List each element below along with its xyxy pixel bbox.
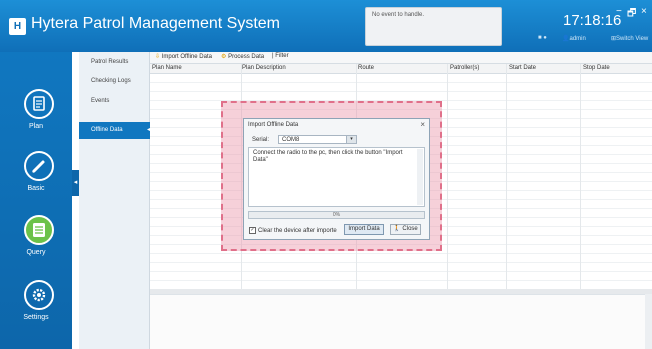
- process-data-button[interactable]: ⚙ Process Data: [221, 53, 264, 60]
- app-title: Hytera Patrol Management System: [31, 15, 280, 32]
- app-logo-icon: H: [9, 18, 26, 35]
- import-data-button[interactable]: Import Data: [344, 224, 384, 235]
- sidebar-label-basic: Basic: [27, 185, 45, 192]
- status-indicator-icon: ■ ●: [538, 35, 547, 41]
- dialog-title: Import Offline Data: [248, 122, 299, 128]
- filter-button[interactable]: | Filter: [272, 53, 289, 59]
- subnav-item-patrol-results[interactable]: Patrol Results: [91, 59, 128, 65]
- report-icon: [24, 215, 54, 245]
- main-sidebar: Plan Basic Query Settings: [0, 52, 72, 349]
- import-icon: ⇩: [155, 54, 161, 60]
- minimize-button[interactable]: −: [616, 6, 622, 17]
- close-button-icon: 🚶: [393, 226, 401, 232]
- column-divider: [506, 64, 507, 289]
- column-divider: [447, 64, 448, 289]
- sidebar-label-settings: Settings: [23, 314, 49, 321]
- column-divider: [580, 64, 581, 289]
- sidebar-item-basic[interactable]: Basic: [0, 148, 72, 204]
- sidebar-collapse-button[interactable]: ◂: [72, 170, 79, 196]
- table-header: Plan Name Plan Description Route Patroll…: [150, 64, 652, 74]
- switch-view-button[interactable]: ⊞Switch View: [611, 35, 648, 42]
- serial-port-value: COM8: [282, 137, 300, 143]
- chevron-down-icon[interactable]: ▾: [346, 136, 356, 143]
- sidebar-label-query: Query: [26, 249, 46, 256]
- column-header-plan-description[interactable]: Plan Description: [242, 65, 286, 71]
- column-header-start-date[interactable]: Start Date: [509, 65, 536, 71]
- user-name[interactable]: 👤admin: [562, 35, 586, 42]
- column-header-route[interactable]: Route: [358, 65, 374, 71]
- detail-panel: [150, 294, 652, 349]
- event-notification-box[interactable]: No event to handle.: [365, 7, 502, 46]
- textarea-scrollbar[interactable]: [417, 149, 423, 205]
- vertical-scrollbar[interactable]: [645, 294, 652, 349]
- serial-port-select[interactable]: COM8 ▾: [278, 135, 357, 144]
- close-button[interactable]: 🚶 Close: [390, 224, 421, 235]
- import-offline-data-dialog: Import Offline Data × Serial: COM8 ▾ Con…: [243, 118, 430, 240]
- process-icon: ⚙: [221, 54, 227, 60]
- progress-text: 0%: [332, 212, 341, 218]
- subnav-item-offline-data[interactable]: Offline Data ◂: [79, 122, 150, 139]
- import-progress-bar: 0%: [248, 211, 425, 219]
- toolbar: ⇩ Import Offline Data ⚙ Process Data | F…: [150, 52, 652, 64]
- title-bar: H Hytera Patrol Management System No eve…: [0, 0, 652, 52]
- close-window-button[interactable]: ×: [641, 6, 647, 17]
- event-text: No event to handle.: [372, 12, 425, 18]
- query-subnav: Patrol Results Checking Logs Events Offl…: [79, 52, 150, 349]
- column-header-plan-name[interactable]: Plan Name: [152, 65, 182, 71]
- subnav-item-events[interactable]: Events: [91, 98, 109, 104]
- column-header-stop-date[interactable]: Stop Date: [583, 65, 610, 71]
- gear-icon: [24, 280, 54, 310]
- sidebar-item-query[interactable]: Query: [0, 212, 72, 268]
- clear-device-label: Clear the device after importe: [258, 228, 337, 235]
- sidebar-item-plan[interactable]: Plan: [0, 86, 72, 142]
- dialog-close-icon[interactable]: ×: [420, 120, 425, 129]
- pencil-icon: [24, 151, 54, 181]
- clear-device-checkbox[interactable]: ✓ Clear the device after importe: [249, 227, 337, 234]
- filter-icon: |: [272, 53, 274, 59]
- instruction-text: Connect the radio to the pc, then click …: [253, 150, 403, 163]
- subnav-item-checking-logs[interactable]: Checking Logs: [91, 78, 131, 84]
- restore-button[interactable]: 🗗: [627, 6, 636, 23]
- checkbox-icon[interactable]: ✓: [249, 227, 256, 234]
- clock: 17:18:16: [563, 12, 622, 29]
- serial-label: Serial:: [252, 137, 270, 143]
- sidebar-label-plan: Plan: [28, 123, 43, 130]
- sidebar-item-settings[interactable]: Settings: [0, 277, 72, 333]
- column-header-patrollers[interactable]: Patroller(s): [450, 65, 479, 71]
- document-icon: [24, 89, 54, 119]
- instruction-textarea[interactable]: Connect the radio to the pc, then click …: [248, 147, 425, 207]
- import-offline-data-button[interactable]: ⇩ Import Offline Data: [155, 53, 212, 60]
- subnav-item-label: Offline Data: [91, 127, 123, 133]
